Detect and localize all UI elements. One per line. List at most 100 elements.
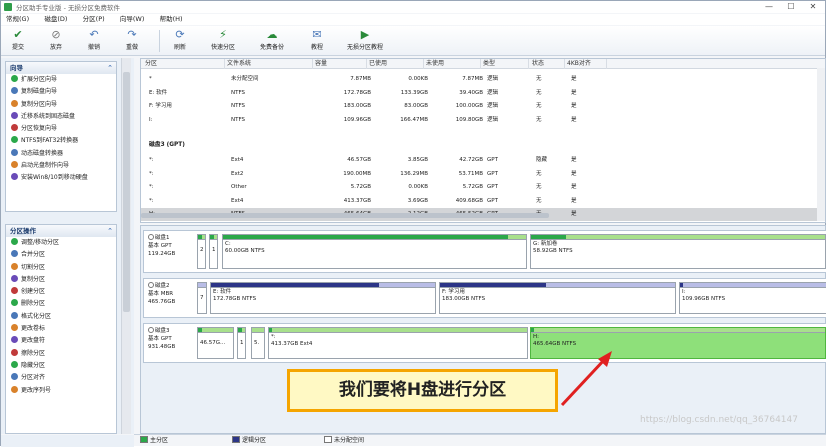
column-header[interactable]: 4KB对齐 xyxy=(565,59,607,69)
wizard-item[interactable]: 启动光盘制作向导 xyxy=(6,160,116,172)
wizard-item[interactable]: 分区恢复向导 xyxy=(6,123,116,135)
partition-label: F: 学习用 183.00GB NTFS xyxy=(440,288,675,303)
partition-op-item[interactable]: 格式化分区 xyxy=(6,311,116,323)
menu-item-label: 切割分区 xyxy=(21,263,46,271)
column-header[interactable]: 容量 xyxy=(313,59,367,69)
disk-radio[interactable] xyxy=(148,234,154,240)
commit-button[interactable]: ✔ 提交 xyxy=(7,28,29,54)
wizard-item[interactable]: 复制分区向导 xyxy=(6,99,116,111)
partition-block[interactable]: 1 xyxy=(237,327,246,359)
partition-op-item[interactable]: 删除分区 xyxy=(6,298,116,310)
partition-block[interactable]: F: 学习用 183.00GB NTFS xyxy=(439,282,676,314)
partition-block[interactable]: 46.57G... xyxy=(197,327,234,359)
undo-button[interactable]: ↶ 撤销 xyxy=(83,28,105,54)
table-cell: 无 xyxy=(536,89,542,96)
menu-item-icon xyxy=(11,324,18,332)
table-cell: 是 xyxy=(571,170,577,177)
partition-block[interactable]: I: 109.96GB NTFS xyxy=(679,282,826,314)
partition-op-item[interactable]: 更改卷标 xyxy=(6,323,116,335)
table-cell: 42.72GB xyxy=(459,157,483,163)
column-header[interactable]: 类型 xyxy=(481,59,529,69)
partition-op-item[interactable]: 创建分区 xyxy=(6,286,116,298)
menu-item-icon xyxy=(11,148,18,156)
menu-wizard[interactable]: 向导(W) xyxy=(120,14,145,25)
wizard-item[interactable]: 迁移系统到固态磁盘 xyxy=(6,111,116,123)
partition-op-item[interactable]: 分区对齐 xyxy=(6,372,116,384)
wizard-panel: 向导 ⌃ 扩展分区向导 复制磁盘向导 复制分区向导 迁移系统到固态磁盘 分区恢复向导 NTF… xyxy=(5,61,117,212)
table-row[interactable]: * 未分配空间 7.87MB 0.00KB 7.87MB 逻辑 无 是 xyxy=(141,73,825,86)
menu-general[interactable]: 常规(G) xyxy=(6,14,29,25)
table-row[interactable]: *: Ext4 413.37GB 3.69GB 409.68GB GPT 无 是 xyxy=(141,195,825,208)
maximize-button[interactable]: ☐ xyxy=(780,1,802,13)
table-row[interactable]: *: Ext4 46.57GB 3.85GB 42.72GB GPT 隐藏 是 xyxy=(141,154,825,167)
column-header[interactable]: 未使用 xyxy=(424,59,481,69)
table-vertical-scrollbar[interactable] xyxy=(817,68,825,221)
left-scrollbar[interactable] xyxy=(121,58,131,434)
partition-block[interactable]: 7 xyxy=(197,282,207,314)
partition-block[interactable]: 1 xyxy=(209,234,218,269)
table-cell: 0.00KB xyxy=(408,184,428,190)
scroll-thumb[interactable] xyxy=(123,72,130,312)
disk-3[interactable]: 磁盘3 基本 GPT 931.48GB 46.57G... 1 5. *: 413.37GB … xyxy=(143,323,826,363)
partition-block[interactable]: 2 xyxy=(197,234,206,269)
table-cell: *: xyxy=(149,197,154,204)
partition-block[interactable]: E: 软件 172.78GB NTFS xyxy=(210,282,436,314)
tutorial-button[interactable]: ✉ 教程 xyxy=(306,28,328,54)
table-cell: 是 xyxy=(571,116,577,123)
lossless-tutorial-button[interactable]: ▶ 无损分区教程 xyxy=(340,28,390,54)
table-row[interactable]: I: NTFS 109.96GB 166.47MB 109.80GB 逻辑 无 是 xyxy=(141,114,825,127)
table-horizontal-scrollbar[interactable] xyxy=(141,213,549,218)
partition-block[interactable]: *: 413.37GB Ext4 xyxy=(268,327,528,359)
partition-op-item[interactable]: 调整/移动分区 xyxy=(6,237,116,249)
partition-op-item[interactable]: 合并分区 xyxy=(6,249,116,261)
quick-partition-button[interactable]: ⚡ 快速分区 xyxy=(206,28,240,54)
partition-op-item[interactable]: 更改序列号 xyxy=(6,385,116,397)
partition-op-item[interactable]: 切割分区 xyxy=(6,262,116,274)
disk-name: 磁盘3 xyxy=(148,327,194,335)
menu-help[interactable]: 帮助(H) xyxy=(160,14,183,25)
disk-2[interactable]: 磁盘2 基本 MBR 465.76GB 7 E: 软件 172.78GB NTFS F: 学… xyxy=(143,278,826,318)
partition-block[interactable]: C: 60.00GB NTFS xyxy=(222,234,527,269)
partition-op-item[interactable]: 擦除分区 xyxy=(6,348,116,360)
disk-radio[interactable] xyxy=(148,327,154,333)
menu-partition[interactable]: 分区(P) xyxy=(83,14,105,25)
partition-name: H: xyxy=(533,334,539,340)
annotation-arrow xyxy=(560,351,612,407)
table-cell: 0.00KB xyxy=(408,76,428,82)
wizard-item[interactable]: 复制磁盘向导 xyxy=(6,86,116,98)
discard-button[interactable]: ⊘ 放弃 xyxy=(45,28,67,54)
disk-1[interactable]: 磁盘1 基本 GPT 119.24GB 2 1 C: 60.00GB NTFS G: 新加卷 5… xyxy=(143,230,826,273)
disk-radio[interactable] xyxy=(148,282,154,288)
partition-op-item[interactable]: 复制分区 xyxy=(6,274,116,286)
table-row[interactable]: F: 学习用 NTFS 183.00GB 83.00GB 100.00GB 逻辑 无 是 xyxy=(141,100,825,113)
menu-disk[interactable]: 磁盘(D) xyxy=(44,14,67,25)
wizard-item[interactable]: 扩展分区向导 xyxy=(6,74,116,86)
free-backup-button[interactable]: ☁ 免费备份 xyxy=(255,28,289,54)
partition-op-item[interactable]: 更改盘符 xyxy=(6,335,116,347)
table-cell: *: xyxy=(149,157,154,163)
column-header[interactable]: 文件系统 xyxy=(225,59,313,69)
wizard-item[interactable]: 安装Win8/10到移动硬盘 xyxy=(6,172,116,184)
refresh-button[interactable]: ⟳ 刷新 xyxy=(169,28,191,54)
table-row[interactable]: *: Ext2 190.00MB 136.29MB 53.71MB GPT 无 是 xyxy=(141,168,825,181)
discard-icon: ⊘ xyxy=(51,28,61,41)
column-header[interactable]: 已使用 xyxy=(367,59,424,69)
partition-block[interactable]: 5. xyxy=(251,327,265,359)
redo-button[interactable]: ↷ 重做 xyxy=(121,28,143,54)
column-header[interactable]: 状态 xyxy=(530,59,565,69)
wizard-panel-title[interactable]: 向导 ⌃ xyxy=(6,62,116,74)
table-row[interactable]: E: 软件 NTFS 172.78GB 133.39GB 39.40GB 逻辑 无 是 xyxy=(141,87,825,100)
table-cell: 83.00GB xyxy=(404,103,428,109)
partition-ops-panel-title[interactable]: 分区操作 ⌃ xyxy=(6,225,116,237)
table-cell: 隐藏 xyxy=(536,157,548,163)
table-row[interactable]: *: Other 5.72GB 0.00KB 5.72GB GPT 无 是 xyxy=(141,181,825,194)
column-header[interactable]: 分区 xyxy=(143,59,225,69)
wizard-item[interactable]: 动态磁盘转换器 xyxy=(6,148,116,160)
table-cell: 逻辑 xyxy=(487,103,499,109)
wizard-item[interactable]: NTFS到FAT32转换器 xyxy=(6,135,116,147)
minimize-button[interactable]: — xyxy=(758,1,780,13)
partition-name: G: 新加卷 xyxy=(533,241,558,247)
close-button[interactable]: ✕ xyxy=(802,1,824,13)
partition-block[interactable]: G: 新加卷 58.92GB NTFS xyxy=(530,234,826,269)
partition-op-item[interactable]: 隐藏分区 xyxy=(6,360,116,372)
